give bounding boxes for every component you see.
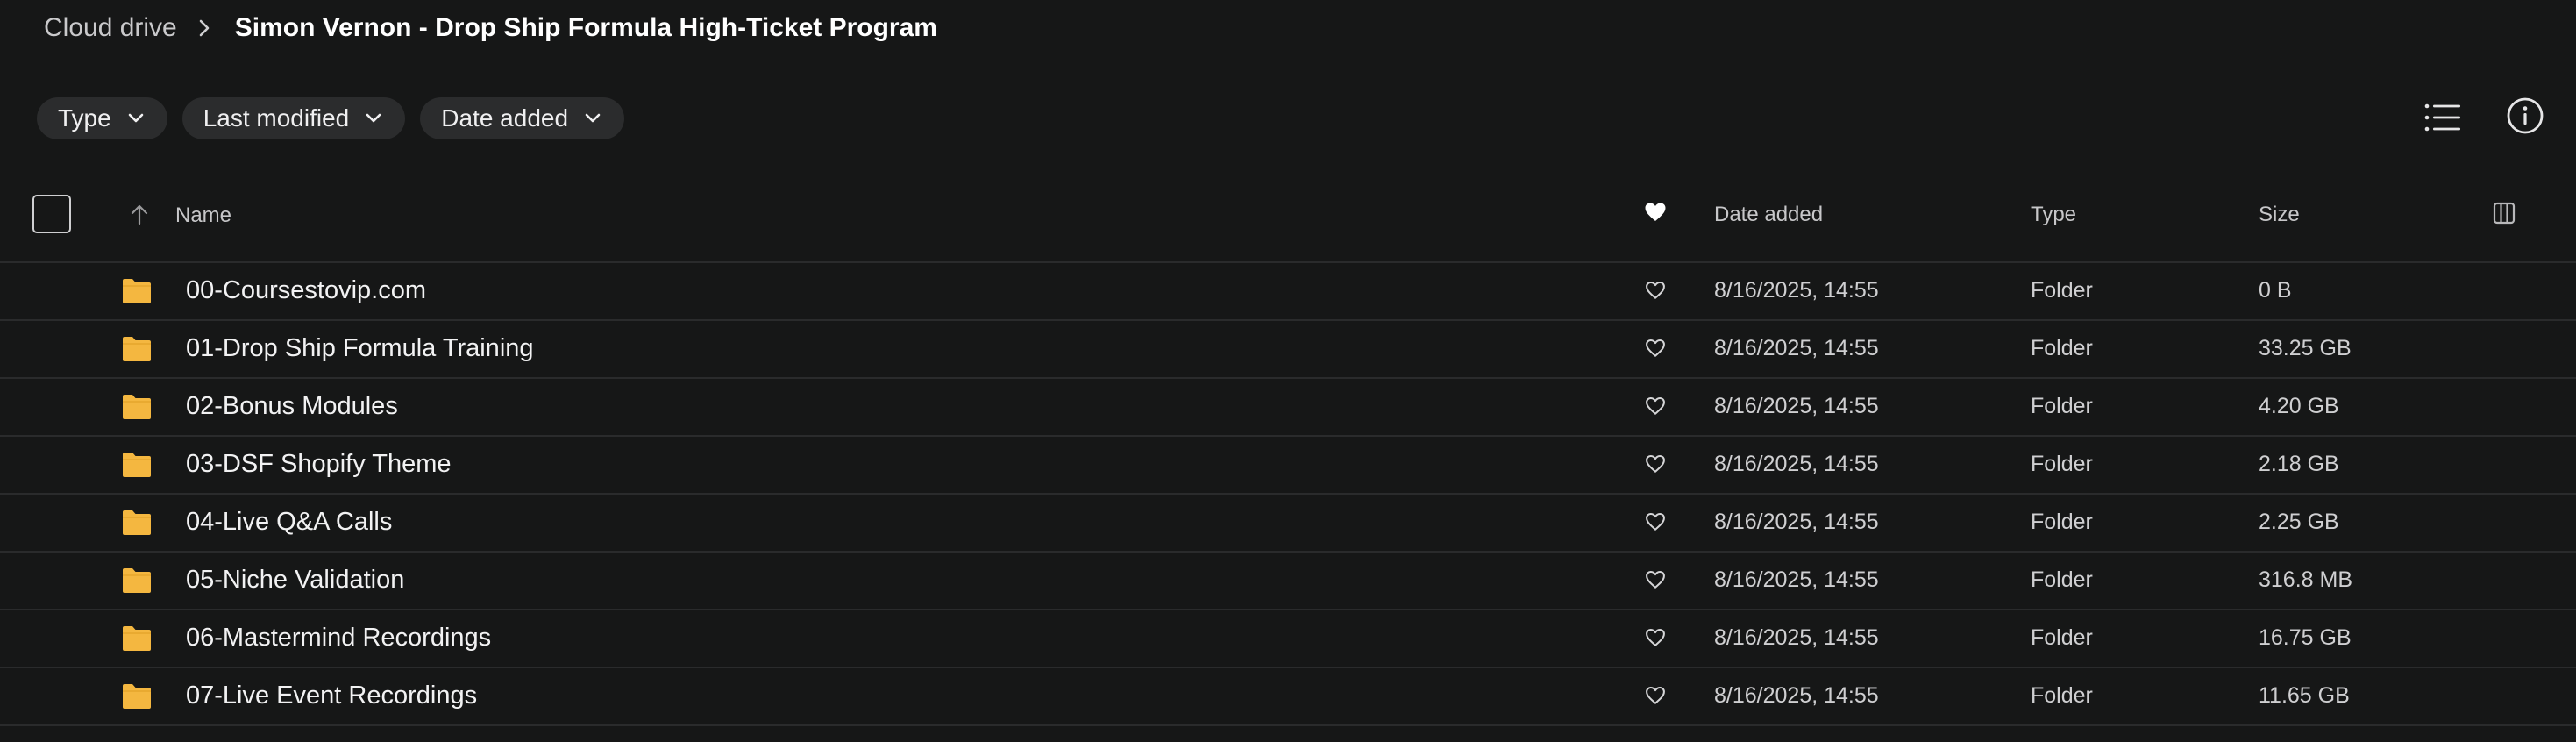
filter-bar: Type Last modified Date added <box>37 97 625 139</box>
heart-filled-icon[interactable] <box>1644 202 1667 223</box>
table-row[interactable]: 01-Drop Ship Formula Training 8/16/2025,… <box>0 321 2576 379</box>
file-type: Folder <box>2031 625 2093 650</box>
column-header-size[interactable]: Size <box>2259 203 2300 227</box>
file-size: 2.18 GB <box>2259 452 2339 476</box>
file-type: Folder <box>2031 567 2093 592</box>
folder-icon <box>123 453 151 477</box>
file-name[interactable]: 03-DSF Shopify Theme <box>186 450 452 479</box>
date-added: 8/16/2025, 14:55 <box>1714 510 1879 534</box>
file-type: Folder <box>2031 452 2093 476</box>
table-row[interactable]: 00-Coursestovip.com 8/16/2025, 14:55 Fol… <box>0 263 2576 321</box>
column-header-date-added[interactable]: Date added <box>1714 203 1823 227</box>
date-added: 8/16/2025, 14:55 <box>1714 567 1879 592</box>
chevron-down-icon <box>128 113 144 123</box>
select-all-checkbox[interactable] <box>32 195 71 233</box>
heart-outline-icon[interactable] <box>1645 570 1666 589</box>
file-size: 33.25 GB <box>2259 336 2352 360</box>
folder-icon <box>123 568 151 593</box>
file-size: 11.65 GB <box>2259 683 2350 708</box>
date-added: 8/16/2025, 14:55 <box>1714 394 1879 418</box>
file-name[interactable]: 05-Niche Validation <box>186 566 404 595</box>
filter-label: Last modified <box>203 104 350 132</box>
file-name[interactable]: 00-Coursestovip.com <box>186 276 426 305</box>
last-modified-filter-button[interactable]: Last modified <box>181 97 406 139</box>
breadcrumb: Cloud drive Simon Vernon - Drop Ship For… <box>44 12 937 44</box>
folder-icon <box>123 684 151 709</box>
file-name[interactable]: 02-Bonus Modules <box>186 392 398 421</box>
table-row[interactable]: 05-Niche Validation 8/16/2025, 14:55 Fol… <box>0 553 2576 610</box>
file-size: 2.25 GB <box>2259 510 2339 534</box>
list-view-icon[interactable] <box>2422 100 2464 135</box>
heart-outline-icon[interactable] <box>1645 454 1666 474</box>
file-type: Folder <box>2031 278 2093 303</box>
breadcrumb-root-link[interactable]: Cloud drive <box>44 13 177 43</box>
folder-icon <box>123 626 151 651</box>
file-type: Folder <box>2031 394 2093 418</box>
file-size: 4.20 GB <box>2259 394 2339 418</box>
heart-outline-icon[interactable] <box>1645 396 1666 416</box>
heart-outline-icon[interactable] <box>1645 628 1666 647</box>
folder-icon <box>123 279 151 303</box>
table-row[interactable]: 03-DSF Shopify Theme 8/16/2025, 14:55 Fo… <box>0 437 2576 495</box>
heart-outline-icon[interactable] <box>1645 512 1666 532</box>
filter-label: Type <box>58 104 111 132</box>
file-name[interactable]: 06-Mastermind Recordings <box>186 624 491 653</box>
file-type: Folder <box>2031 336 2093 360</box>
folder-icon <box>123 395 151 419</box>
date-added: 8/16/2025, 14:55 <box>1714 278 1879 303</box>
file-type: Folder <box>2031 683 2093 708</box>
file-size: 0 B <box>2259 278 2292 303</box>
file-size: 16.75 GB <box>2259 625 2352 650</box>
breadcrumb-current: Simon Vernon - Drop Ship Formula High-Ti… <box>234 13 937 42</box>
date-added: 8/16/2025, 14:55 <box>1714 452 1879 476</box>
chevron-down-icon <box>366 113 381 123</box>
file-size: 316.8 MB <box>2259 567 2353 592</box>
file-list: 00-Coursestovip.com 8/16/2025, 14:55 Fol… <box>0 263 2576 726</box>
chevron-right-icon <box>198 18 210 38</box>
folder-icon <box>123 337 151 361</box>
table-header: Name Date added Type Size <box>0 181 2576 263</box>
type-filter-button[interactable]: Type <box>37 97 167 139</box>
folder-icon <box>123 510 151 535</box>
chevron-down-icon <box>585 113 601 123</box>
date-added: 8/16/2025, 14:55 <box>1714 336 1879 360</box>
filter-label: Date added <box>441 104 569 132</box>
heart-outline-icon[interactable] <box>1645 686 1666 705</box>
file-name[interactable]: 04-Live Q&A Calls <box>186 508 392 537</box>
heart-outline-icon[interactable] <box>1645 281 1666 300</box>
file-name[interactable]: 07-Live Event Recordings <box>186 681 477 710</box>
table-row[interactable]: 04-Live Q&A Calls 8/16/2025, 14:55 Folde… <box>0 495 2576 553</box>
arrow-up-icon[interactable] <box>130 204 149 225</box>
table-row[interactable]: 02-Bonus Modules 8/16/2025, 14:55 Folder… <box>0 379 2576 437</box>
table-row[interactable]: 06-Mastermind Recordings 8/16/2025, 14:5… <box>0 610 2576 668</box>
info-icon[interactable] <box>2506 96 2544 135</box>
file-name[interactable]: 01-Drop Ship Formula Training <box>186 334 534 363</box>
date-added: 8/16/2025, 14:55 <box>1714 683 1879 708</box>
column-header-name[interactable]: Name <box>175 203 231 228</box>
date-added-filter-button[interactable]: Date added <box>420 97 625 139</box>
date-added: 8/16/2025, 14:55 <box>1714 625 1879 650</box>
table-row[interactable]: 07-Live Event Recordings 8/16/2025, 14:5… <box>0 668 2576 726</box>
file-type: Folder <box>2031 510 2093 534</box>
heart-outline-icon[interactable] <box>1645 339 1666 358</box>
columns-icon[interactable] <box>2493 202 2516 225</box>
column-header-type[interactable]: Type <box>2031 203 2076 227</box>
